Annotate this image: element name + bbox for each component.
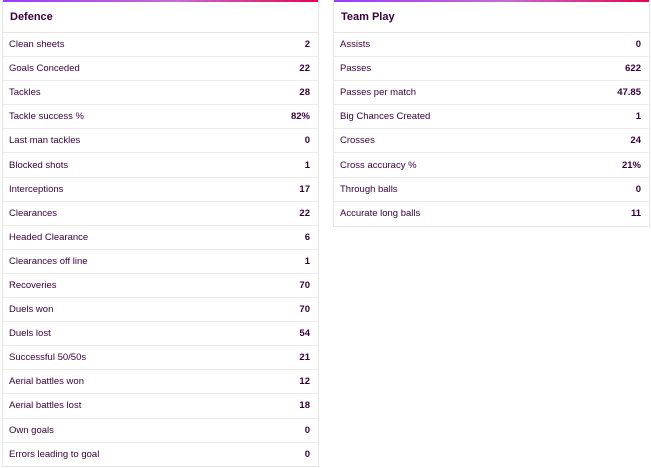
stat-label: Last man tackles: [9, 135, 81, 147]
stat-label: Blocked shots: [9, 159, 69, 171]
stat-label: Clearances off line: [9, 255, 88, 267]
stat-value: 1: [304, 159, 310, 171]
stat-row-cross-accuracy: Cross accuracy % 21%: [334, 153, 649, 178]
stat-row-clean-sheets: Clean sheets 2: [3, 33, 318, 58]
stat-value: 22: [299, 63, 310, 75]
stat-label: Duels won: [9, 304, 54, 316]
stat-label: Aerial battles lost: [9, 400, 82, 412]
stat-value: 47.85: [617, 87, 641, 99]
stat-label: Clean sheets: [9, 39, 65, 51]
stat-value: 0: [304, 135, 310, 147]
stat-row-headed-clearance: Headed Clearance 6: [3, 226, 318, 250]
stat-value: 1: [635, 111, 641, 123]
stat-row-duels-won: Duels won 70: [3, 298, 318, 323]
stat-value: 18: [299, 400, 310, 412]
stat-label: Goals Conceded: [9, 63, 80, 75]
stat-row-recoveries: Recoveries 70: [3, 274, 318, 299]
stat-label: Clearances: [9, 207, 58, 219]
stat-label: Headed Clearance: [9, 231, 89, 243]
team-play-title: Team Play: [334, 0, 649, 33]
stat-value: 0: [304, 424, 310, 436]
stat-row-duels-lost: Duels lost 54: [3, 322, 318, 347]
stat-value: 12: [299, 376, 310, 388]
stat-value: 28: [299, 87, 310, 99]
stat-value: 0: [635, 183, 641, 195]
stat-row-accurate-long-balls: Accurate long balls 11: [334, 202, 649, 226]
stat-row-clearances: Clearances 22: [3, 202, 318, 226]
stat-value: 2: [304, 39, 310, 51]
stat-value: 22: [299, 207, 310, 219]
stat-value: 21: [299, 352, 310, 364]
stat-row-assists: Assists 0: [334, 33, 649, 58]
stat-label: Passes: [340, 63, 372, 75]
stat-row-own-goals: Own goals 0: [3, 419, 318, 443]
stat-value: 6: [304, 231, 310, 243]
stat-label: Assists: [340, 39, 371, 51]
stat-row-through-balls: Through balls 0: [334, 178, 649, 202]
stat-label: Tackle success %: [9, 111, 84, 123]
team-play-stats-list: Assists 0 Passes 622 Passes per match 47.85…: [334, 33, 649, 226]
stat-value: 0: [304, 449, 310, 461]
stat-label: Accurate long balls: [340, 208, 421, 220]
stat-row-passes-per-match: Passes per match 47.85: [334, 81, 649, 106]
stat-row-crosses: Crosses 24: [334, 129, 649, 154]
stat-row-tackle-success: Tackle success % 82%: [3, 105, 318, 130]
stat-value: 622: [625, 63, 641, 75]
stat-value: 17: [299, 183, 310, 195]
stat-row-successful-50-50s: Successful 50/50s 21: [3, 346, 318, 371]
stat-value: 11: [630, 208, 641, 220]
stat-row-interceptions: Interceptions 17: [3, 178, 318, 202]
stat-label: Cross accuracy %: [340, 159, 417, 171]
stat-row-passes: Passes 622: [334, 57, 649, 82]
stat-label: Own goals: [9, 424, 54, 436]
stat-row-tackles: Tackles 28: [3, 81, 318, 106]
stat-label: Tackles: [9, 87, 41, 99]
stat-label: Through balls: [340, 183, 398, 195]
stat-row-aerial-battles-won: Aerial battles won 12: [3, 370, 318, 395]
stat-label: Errors leading to goal: [9, 449, 100, 461]
team-play-card: Team Play Assists 0 Passes 622 Passes per …: [333, 0, 650, 227]
stat-value: 82%: [290, 111, 310, 123]
stat-value: 21%: [621, 159, 641, 171]
stat-value: 24: [630, 135, 641, 147]
stat-label: Interceptions: [9, 183, 64, 195]
stat-row-aerial-battles-lost: Aerial battles lost 18: [3, 394, 318, 419]
stat-row-goals-conceded: Goals Conceded 22: [3, 57, 318, 82]
stat-value: 70: [299, 304, 310, 316]
stat-label: Successful 50/50s: [9, 352, 87, 364]
stat-row-clearances-off-line: Clearances off line 1: [3, 250, 318, 274]
defence-title: Defence: [3, 0, 318, 33]
defence-card: Defence Clean sheets 2 Goals Conceded 22 T…: [2, 0, 319, 467]
stat-value: 54: [299, 328, 310, 340]
stat-label: Crosses: [340, 135, 375, 147]
defence-stats-list: Clean sheets 2 Goals Conceded 22 Tackles 28…: [3, 33, 318, 467]
stat-row-errors-leading-to-goal: Errors leading to goal 0: [3, 443, 318, 467]
stat-value: 1: [304, 255, 310, 267]
stat-row-last-man-tackles: Last man tackles 0: [3, 129, 318, 154]
stat-row-big-chances-created: Big Chances Created 1: [334, 105, 649, 130]
stat-value: 0: [635, 39, 641, 51]
stat-value: 70: [299, 279, 310, 291]
stat-label: Big Chances Created: [340, 111, 431, 123]
stat-label: Duels lost: [9, 328, 51, 340]
stat-label: Aerial battles won: [9, 376, 84, 388]
stat-label: Passes per match: [340, 87, 417, 99]
stat-label: Recoveries: [9, 279, 57, 291]
stat-row-blocked-shots: Blocked shots 1: [3, 153, 318, 178]
